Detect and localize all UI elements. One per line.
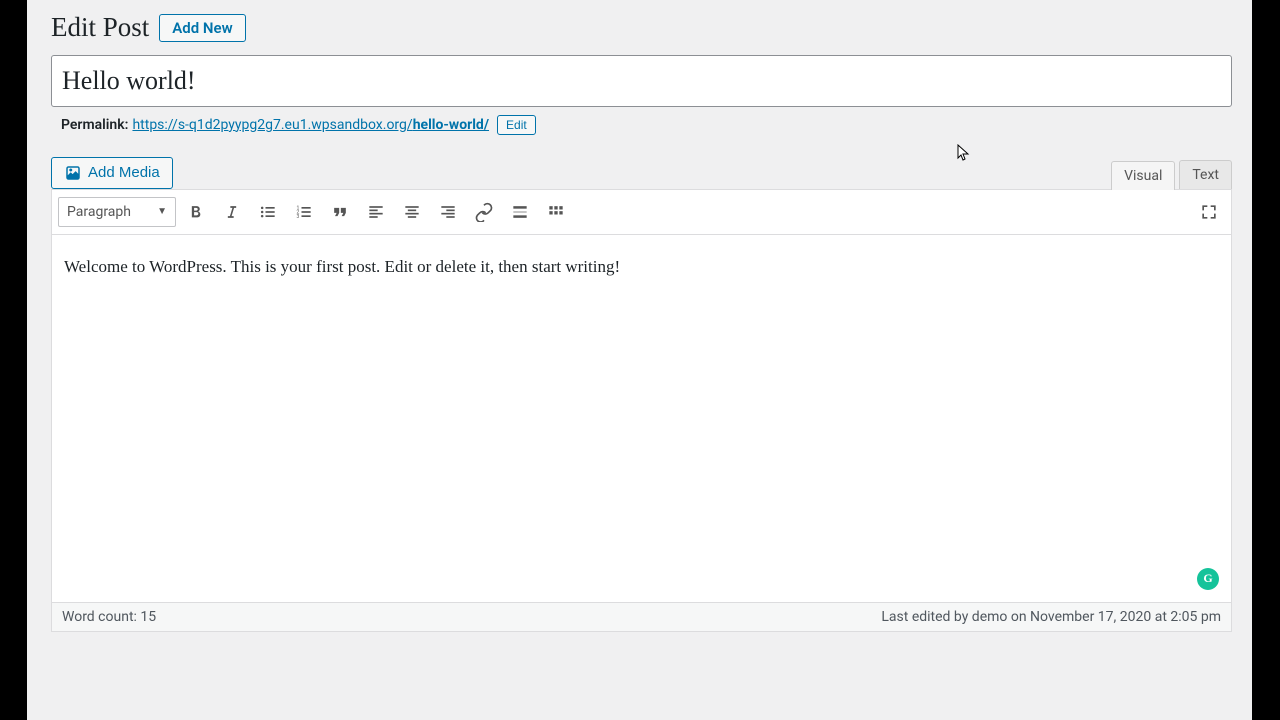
editor-paragraph: Welcome to WordPress. This is your first… [64, 257, 1219, 277]
bulleted-list-button[interactable] [252, 196, 284, 228]
word-count: Word count: 15 [62, 609, 156, 625]
edit-permalink-button[interactable]: Edit [497, 115, 536, 135]
align-center-button[interactable] [396, 196, 428, 228]
svg-text:3: 3 [297, 214, 300, 220]
editor-content-area[interactable]: Welcome to WordPress. This is your first… [51, 235, 1232, 603]
add-media-button[interactable]: Add Media [51, 157, 173, 189]
blockquote-button[interactable] [324, 196, 356, 228]
align-right-button[interactable] [432, 196, 464, 228]
italic-button[interactable] [216, 196, 248, 228]
format-select-value: Paragraph [67, 204, 131, 220]
format-select[interactable]: Paragraph ▼ [58, 197, 176, 227]
permalink-row: Permalink: https://s-q1d2pyypg2g7.eu1.wp… [51, 115, 1232, 135]
bold-button[interactable] [180, 196, 212, 228]
chevron-down-icon: ▼ [157, 206, 167, 217]
last-edited: Last edited by demo on November 17, 2020… [881, 609, 1221, 625]
permalink-base: https://s-q1d2pyypg2g7.eu1.wpsandbox.org… [132, 117, 412, 133]
permalink-label: Permalink: [61, 117, 128, 133]
toolbar-toggle-button[interactable] [540, 196, 572, 228]
post-title-input[interactable] [51, 55, 1232, 107]
media-icon [64, 164, 82, 182]
tab-visual[interactable]: Visual [1111, 161, 1175, 190]
status-bar: Word count: 15 Last edited by demo on No… [51, 603, 1232, 632]
permalink-slug: hello-world/ [413, 117, 489, 133]
page-title: Edit Post [51, 12, 149, 43]
numbered-list-button[interactable]: 123 [288, 196, 320, 228]
read-more-button[interactable] [504, 196, 536, 228]
editor-toolbar: Paragraph ▼ 123 [51, 189, 1232, 235]
add-new-button[interactable]: Add New [159, 14, 245, 42]
fullscreen-button[interactable] [1193, 196, 1225, 228]
add-media-label: Add Media [88, 164, 160, 181]
align-left-button[interactable] [360, 196, 392, 228]
link-button[interactable] [468, 196, 500, 228]
permalink-link[interactable]: https://s-q1d2pyypg2g7.eu1.wpsandbox.org… [132, 117, 489, 133]
tab-text[interactable]: Text [1179, 160, 1232, 189]
grammarly-icon[interactable]: G [1197, 568, 1219, 590]
